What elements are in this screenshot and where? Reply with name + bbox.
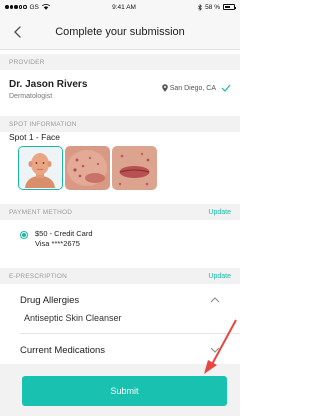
drug-allergies-row[interactable]: Drug Allergies (0, 293, 240, 307)
provider-location-text: San Diego, CA (169, 84, 216, 92)
payment-section-label: PAYMENT METHOD (9, 208, 73, 216)
submit-button[interactable]: Submit (22, 376, 227, 406)
spot-section-header: SPOT INFORMATION (0, 116, 240, 132)
provider-section-label: PROVIDER (9, 58, 45, 66)
wifi-icon (41, 4, 50, 10)
cheek-close-up-thumbnail[interactable] (65, 146, 110, 190)
signal-icon (5, 5, 27, 9)
spot-section-label: SPOT INFORMATION (9, 120, 77, 128)
location-pin-icon (161, 84, 168, 92)
provider-specialty: Dermatologist (9, 93, 53, 100)
eprescription-section-label: E-PRESCRIPTION (9, 272, 68, 280)
page-title: Complete your submission (55, 25, 185, 38)
status-time: 9:41 AM (112, 3, 136, 11)
spot-title: Spot 1 - Face (9, 132, 61, 142)
provider-location: San Diego, CA (161, 84, 231, 92)
provider-card[interactable]: Dr. Jason Rivers Dermatologist San Diego… (0, 70, 240, 116)
payment-update-link[interactable]: Update (208, 209, 231, 216)
current-medications-label: Current Medications (20, 344, 106, 356)
bluetooth-icon (198, 3, 202, 11)
spot-photos (18, 146, 157, 190)
status-bar: GS 9:41 AM 58 % (0, 0, 240, 14)
payment-card: Visa ****2675 (35, 238, 80, 248)
payment-amount: $50 - Credit Card (35, 229, 93, 238)
eprescription-update-link[interactable]: Update (208, 273, 231, 280)
face-illustration-thumbnail[interactable] (18, 146, 63, 190)
carrier-label: GS (29, 3, 39, 11)
battery-icon (223, 4, 236, 10)
back-chevron-icon[interactable] (11, 25, 25, 39)
battery-percent: 58 % (205, 3, 220, 11)
nav-bar: Complete your submission (0, 14, 240, 50)
payment-option[interactable]: $50 - Credit Card Visa ****2675 (20, 229, 93, 248)
payment-section-header: PAYMENT METHOD Update (0, 204, 240, 220)
drug-allergies-value: Antiseptic Skin Cleanser (24, 313, 122, 323)
eprescription-section-header: E-PRESCRIPTION Update (0, 268, 240, 284)
payment-radio[interactable] (20, 231, 28, 239)
lips-close-up-thumbnail[interactable] (112, 146, 157, 190)
chevron-up-icon[interactable] (210, 297, 220, 303)
drug-allergies-label: Drug Allergies (20, 294, 80, 306)
check-icon (221, 84, 231, 92)
annotation-arrow-icon (204, 319, 237, 374)
provider-section-header: PROVIDER (0, 54, 240, 70)
